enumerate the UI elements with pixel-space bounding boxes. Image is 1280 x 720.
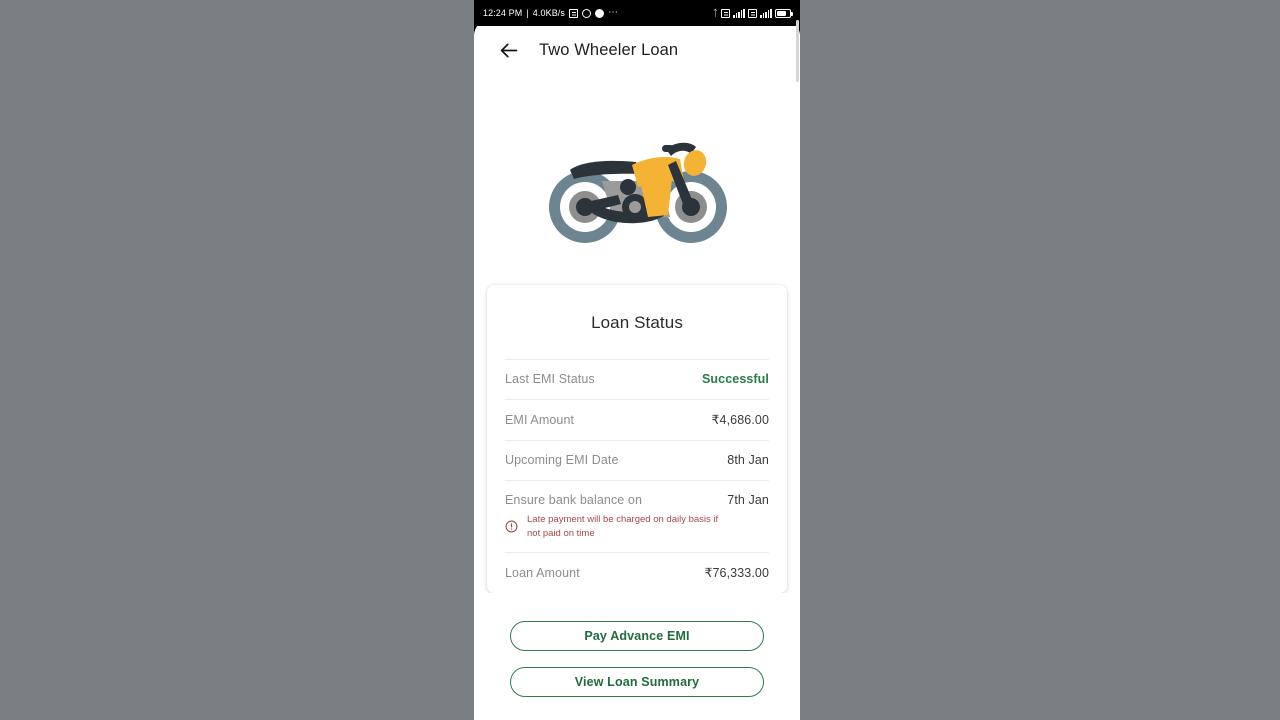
row-value: 7th Jan [727, 493, 769, 507]
screen-root: 12:24 PM | 4.0KB/s ⋯ ᛏ Two Wheeler Loan … [0, 0, 1280, 720]
scrollbar-thumb[interactable] [796, 20, 799, 82]
sim2-signal-icon [748, 8, 758, 18]
row-label: Last EMI Status [505, 372, 595, 386]
sim-card-icon [569, 8, 578, 18]
pay-advance-emi-button[interactable]: Pay Advance EMI [510, 620, 764, 651]
scrollbar-track[interactable] [797, 19, 800, 720]
view-loan-summary-button[interactable]: View Loan Summary [510, 666, 764, 697]
row-value: ₹76,333.00 [704, 565, 769, 580]
battery-icon [775, 8, 793, 18]
table-row-with-note: Ensure bank balance on 7th Jan Late paym… [505, 480, 769, 552]
late-payment-note: Late payment will be charged on daily ba… [505, 513, 769, 541]
signal-bars-icon [733, 8, 746, 18]
more-dots-icon: ⋯ [608, 7, 619, 18]
row-label: Ensure bank balance on [505, 493, 643, 507]
status-bar-left: 12:24 PM | 4.0KB/s ⋯ [483, 7, 619, 19]
row-label: Loan Amount [505, 565, 580, 580]
chat-bubble-icon [595, 8, 604, 18]
whatsapp-icon [582, 8, 591, 18]
table-row: Ensure bank balance on 7th Jan [505, 493, 769, 507]
loan-status-card: Loan Status Last EMI Status Successful E… [487, 285, 787, 593]
status-badge: Successful [701, 372, 769, 386]
table-row: EMI Amount ₹4,686.00 [505, 399, 769, 440]
page-title: Two Wheeler Loan [539, 40, 679, 59]
row-value: ₹4,686.00 [711, 413, 769, 427]
table-row: Upcoming EMI Date 8th Jan [505, 440, 769, 480]
row-label: EMI Amount [505, 413, 575, 427]
signal-bars-2-icon [760, 8, 772, 18]
status-bar-network-speed: 4.0KB/s [532, 8, 565, 18]
card-title: Loan Status [591, 313, 683, 332]
status-bar-right: ᛏ [712, 7, 793, 18]
row-value: 8th Jan [727, 453, 769, 467]
table-row: Last EMI Status Successful [505, 359, 769, 399]
status-bar-time: 12:24 PM [483, 8, 523, 18]
table-row: Loan Amount ₹76,333.00 [505, 551, 769, 593]
row-label: Upcoming EMI Date [505, 453, 619, 467]
app-bar: Two Wheeler Loan [474, 19, 800, 81]
loan-card-wrapper: Loan Status Last EMI Status Successful E… [474, 285, 800, 593]
phone-frame: 12:24 PM | 4.0KB/s ⋯ ᛏ Two Wheeler Loan … [474, 0, 800, 720]
back-button[interactable] [496, 37, 522, 63]
app-content: Two Wheeler Loan Loan Status Last EMI St… [474, 19, 800, 720]
arrow-left-icon [500, 43, 517, 57]
sim1-signal-icon [721, 8, 731, 18]
status-bar-separator: | [526, 8, 529, 18]
bluetooth-icon: ᛏ [712, 7, 719, 18]
action-buttons: Pay Advance EMI View Loan Summary [474, 592, 800, 697]
hero-illustration-area [474, 81, 800, 285]
info-circle-icon [505, 520, 518, 533]
status-bar: 12:24 PM | 4.0KB/s ⋯ ᛏ [474, 0, 800, 26]
late-payment-note-text: Late payment will be charged on daily ba… [527, 514, 719, 539]
motorcycle-illustration [549, 142, 727, 243]
